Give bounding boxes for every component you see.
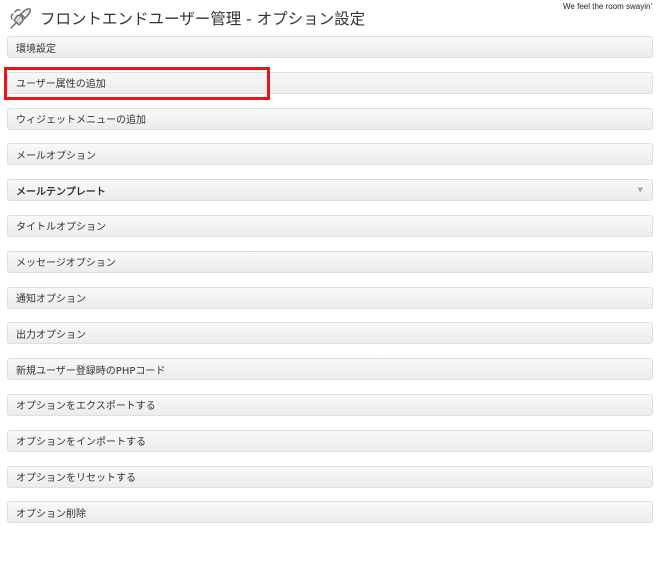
section-environment-settings[interactable]: 環境設定	[7, 36, 653, 58]
section-add-widget-menu[interactable]: ウィジェットメニューの追加	[7, 107, 653, 130]
chevron-down-icon[interactable]: ▼	[638, 186, 643, 194]
section-add-user-attributes[interactable]: ユーザー属性の追加	[7, 71, 653, 94]
section-label: オプションをリセットする	[16, 473, 136, 485]
page-header: フロントエンドユーザー管理 - オプション設定	[8, 5, 365, 31]
section-label: メールテンプレート	[16, 186, 106, 198]
section-label: 出力オプション	[16, 329, 86, 341]
section-import-options[interactable]: オプションをインポートする	[7, 429, 653, 452]
tagline: We feel the room swayin'	[563, 2, 652, 11]
page-title: フロントエンドユーザー管理 - オプション設定	[40, 10, 366, 28]
section-label: メールオプション	[16, 150, 96, 162]
section-notification-options[interactable]: 通知オプション	[7, 286, 653, 309]
section-label: オプション削除	[16, 508, 86, 520]
section-label: ウィジェットメニューの追加	[16, 115, 146, 127]
section-label: オプションをエクスポートする	[16, 401, 156, 413]
section-delete-options[interactable]: オプション削除	[7, 501, 653, 524]
section-label: 通知オプション	[16, 294, 86, 306]
plugin-plug-icon	[10, 8, 31, 29]
section-label: ユーザー属性の追加	[16, 79, 106, 91]
section-title-options[interactable]: タイトルオプション	[7, 214, 653, 237]
section-label: タイトルオプション	[16, 222, 106, 234]
section-output-options[interactable]: 出力オプション	[7, 322, 653, 345]
section-label: オプションをインポートする	[16, 437, 146, 449]
section-reset-options[interactable]: オプションをリセットする	[7, 465, 653, 488]
options-section-list: 環境設定 ユーザー属性の追加 ウィジェットメニューの追加 メールオプション メー…	[7, 36, 653, 537]
section-label: 環境設定	[16, 43, 56, 55]
section-label: メッセージオプション	[16, 258, 116, 270]
section-new-user-php-code[interactable]: 新規ユーザー登録時のPHPコード	[7, 358, 653, 381]
section-message-options[interactable]: メッセージオプション	[7, 250, 653, 273]
section-mail-options[interactable]: メールオプション	[7, 143, 653, 166]
section-export-options[interactable]: オプションをエクスポートする	[7, 393, 653, 416]
section-label: 新規ユーザー登録時のPHPコード	[16, 365, 166, 377]
section-mail-templates[interactable]: メールテンプレート ▼	[7, 179, 653, 202]
